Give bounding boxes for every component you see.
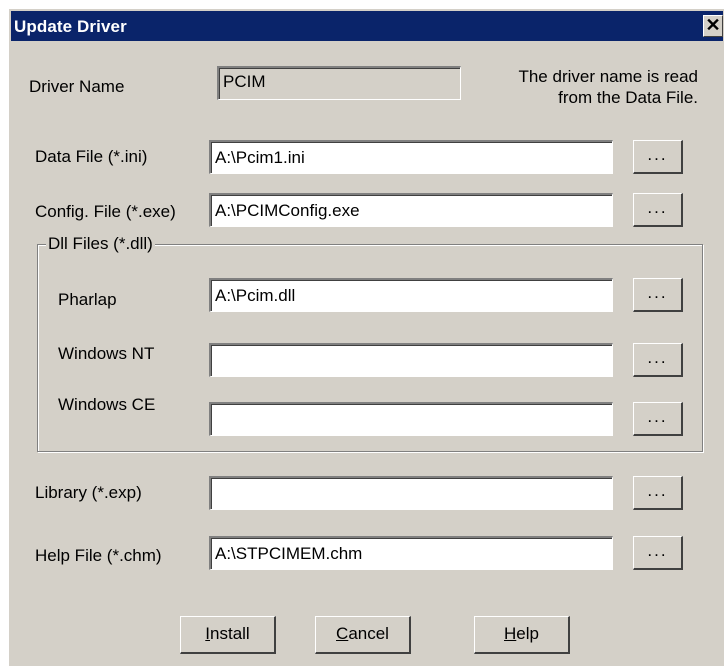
driver-name-note: The driver name is read from the Data Fi… [518, 66, 698, 108]
driver-name-note-line1: The driver name is read [518, 67, 698, 86]
data-file-field[interactable]: A:\Pcim1.ini [209, 140, 613, 174]
cancel-mnemonic: C [336, 624, 349, 643]
cancel-button[interactable]: Cancel [315, 616, 411, 654]
help-button[interactable]: Help [474, 616, 570, 654]
windows-ce-browse-button[interactable]: ... [633, 402, 683, 436]
data-file-label: Data File (*.ini) [35, 147, 148, 166]
library-label: Library (*.exp) [35, 483, 142, 502]
windows-nt-field[interactable] [209, 343, 613, 377]
windows-ce-field[interactable] [209, 402, 613, 436]
pharlap-label: Pharlap [58, 290, 117, 309]
windows-ce-label: Windows CE [58, 395, 156, 414]
help-mnemonic: H [504, 624, 517, 643]
driver-name-note-line2: from the Data File. [558, 88, 698, 107]
title-bar[interactable]: Update Driver ✕ [11, 11, 723, 41]
install-button[interactable]: Install [180, 616, 276, 654]
windows-nt-label: Windows NT [58, 344, 155, 363]
update-driver-dialog: Update Driver ✕ Driver Name PCIM The dri… [8, 8, 724, 666]
help-file-label: Help File (*.chm) [35, 546, 162, 565]
library-field[interactable] [209, 476, 613, 510]
library-browse-button[interactable]: ... [633, 476, 683, 510]
pharlap-field[interactable]: A:\Pcim.dll [209, 278, 613, 312]
config-file-label: Config. File (*.exe) [35, 202, 176, 221]
install-label: nstall [210, 624, 250, 643]
config-file-field[interactable]: A:\PCIMConfig.exe [209, 193, 613, 227]
dll-files-legend: Dll Files (*.dll) [46, 234, 155, 254]
windows-nt-browse-button[interactable]: ... [633, 343, 683, 377]
cancel-label: ancel [348, 624, 389, 643]
help-file-field[interactable]: A:\STPCIMEM.chm [209, 536, 613, 570]
help-file-browse-button[interactable]: ... [633, 536, 683, 570]
driver-name-field: PCIM [217, 66, 461, 100]
help-label: elp [516, 624, 539, 643]
data-file-browse-button[interactable]: ... [633, 140, 683, 174]
pharlap-browse-button[interactable]: ... [633, 278, 683, 312]
close-icon[interactable]: ✕ [703, 15, 723, 37]
driver-name-label: Driver Name [29, 77, 125, 96]
config-file-browse-button[interactable]: ... [633, 193, 683, 227]
window-title: Update Driver [14, 17, 127, 36]
